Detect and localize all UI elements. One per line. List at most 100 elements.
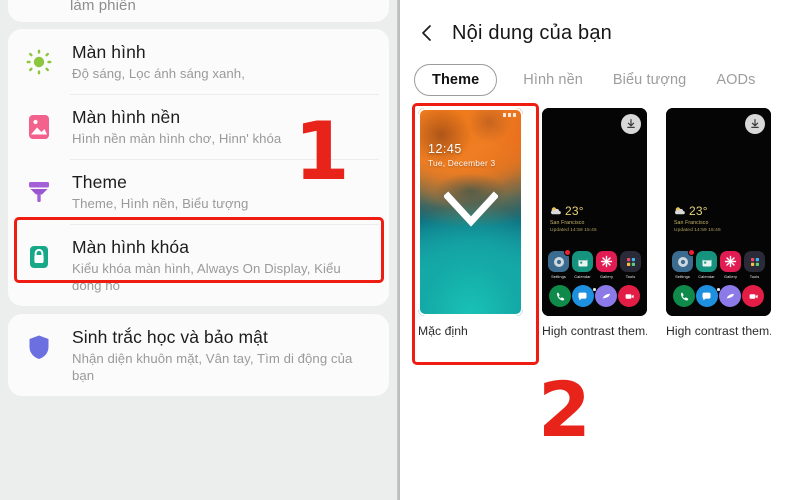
row-text: Màn hình Độ sáng, Lọc ánh sáng xanh, [72,41,245,82]
step-number-two: 2 [538,365,591,454]
theme-thumbnail[interactable]: 23° San Francisco Updated 14:59 15:45 Se… [666,108,771,316]
sidebar-item-sublabel: Hình nền màn hình chơ, Hinn' khóa [72,131,282,146]
flower-icon [720,251,741,272]
theme-label: High contrast them... [666,324,771,338]
sidebar-item-label: Màn hình [72,42,146,62]
weather-temperature: 23° [689,204,708,218]
phone-icon[interactable] [672,285,695,307]
weather-city: San Francisco [550,220,585,226]
camera-icon[interactable] [618,285,641,307]
calendar-icon [572,251,593,272]
app-label: Gallery [723,274,738,279]
camera-icon[interactable] [742,285,765,307]
theme-thumbnail[interactable]: 23° San Francisco Updated 14:59 15:45 Se… [542,108,647,316]
app-label: Tools [749,274,760,279]
app-icon-calendar[interactable]: Calendar [696,251,717,279]
row-text: Sinh trắc học và bảo mật Nhận diện khuôn… [72,326,372,384]
theme-store-header: Nội dung của bạn [398,0,800,52]
theme-card-high-contrast-2[interactable]: 23° San Francisco Updated 14:59 15:45 Se… [666,108,771,338]
app-icon-tools[interactable]: Tools [744,251,765,279]
sidebar-item-sublabel: Kiểu khóa màn hình, Always On Display, K… [72,261,341,293]
tab-aods[interactable]: AODs [712,70,759,90]
app-icon-gallery[interactable]: Gallery [720,251,741,279]
notification-badge [564,249,571,256]
row-text: Theme Theme, Hình nền, Biểu tượng [72,171,248,212]
theme-store-tabs: Theme Hình nền Biểu tượng AODs [398,52,800,100]
app-label: Gallery [599,274,614,279]
panel-divider [398,0,400,500]
paint-roller-icon [22,175,56,209]
notification-badge [688,249,695,256]
sidebar-item-label: Theme [72,172,127,192]
previous-card-text: làm phiền [70,0,136,14]
tab-theme[interactable]: Theme [414,64,498,96]
theme-card-default[interactable]: 12:45 Tue, December 3 Mặc định [418,108,523,338]
calendar-icon [696,251,717,272]
weather-updated: Updated 14:59 15:45 [674,228,721,233]
phone-icon[interactable] [548,285,571,307]
app-label: Calendar [574,274,591,279]
sidebar-item-sublabel: Độ sáng, Lọc ánh sáng xanh, [72,66,245,81]
row-text: Màn hình nền Hình nền màn hình chơ, Hinn… [72,106,281,147]
home-dock [548,285,641,307]
weather-updated: Updated 14:59 15:45 [550,228,597,233]
page-title: Nội dung của bạn [452,21,612,44]
sidebar-item-label: Sinh trắc học và bảo mật [72,327,268,347]
app-icon-calendar[interactable]: Calendar [572,251,593,279]
wallpaper-image-icon [22,110,56,144]
app-icon-tools[interactable]: Tools [620,251,641,279]
weather-cloud-icon [550,207,561,215]
app-icon-gallery[interactable]: Gallery [596,251,617,279]
lockscreen-time: 12:45 [428,142,462,156]
tools-grid-icon [620,251,641,272]
app-label: Settings [675,274,690,279]
weather-city: San Francisco [674,220,709,226]
sidebar-item-sublabel: Theme, Hình nền, Biểu tượng [72,196,249,211]
screenshot-root: làm phiền Màn hình Độ sáng, Lọc ánh sáng… [0,0,800,500]
theme-thumbnail[interactable]: 12:45 Tue, December 3 [418,108,523,316]
tab-hinh-nen[interactable]: Hình nền [519,70,587,90]
app-grid: Settings Calendar Gallery Tools [548,249,641,279]
weather-temperature: 23° [565,204,584,218]
home-dock [672,285,765,307]
theme-store-panel: Nội dung của bạn Theme Hình nền Biểu tượ… [398,0,800,500]
weather-widget: 23° [550,204,584,218]
theme-label: High contrast them... [542,324,647,338]
app-grid: Settings Calendar Gallery Tools [672,249,765,279]
gear-icon [548,249,571,272]
shield-icon [22,330,56,364]
sidebar-item-sinh-trac-hoc[interactable]: Sinh trắc học và bảo mật Nhận diện khuôn… [8,314,389,396]
settings-card-security: Sinh trắc học và bảo mật Nhận diện khuôn… [8,314,389,396]
back-chevron-icon[interactable] [414,20,440,46]
download-icon[interactable] [745,114,765,134]
sidebar-item-label: Màn hình nền [72,107,181,127]
app-icon-settings[interactable]: Settings [672,249,695,279]
messages-icon[interactable] [695,285,718,307]
browser-icon[interactable] [595,285,618,307]
check-mark-icon [442,191,499,234]
sidebar-item-man-hinh-khoa[interactable]: Màn hình khóa Kiểu khóa màn hình, Always… [8,224,389,306]
messages-icon[interactable] [571,285,594,307]
previous-settings-card[interactable]: làm phiền [8,0,389,22]
brightness-sun-icon [22,45,56,79]
lockscreen-date: Tue, December 3 [428,158,496,168]
app-label: Tools [625,274,636,279]
gear-icon [672,249,695,272]
settings-panel: làm phiền Màn hình Độ sáng, Lọc ánh sáng… [0,0,398,500]
row-text: Màn hình khóa Kiểu khóa màn hình, Always… [72,236,372,294]
sidebar-item-man-hinh[interactable]: Màn hình Độ sáng, Lọc ánh sáng xanh, [8,29,389,94]
download-icon[interactable] [621,114,641,134]
step-number-one: 1 [294,105,350,198]
app-icon-settings[interactable]: Settings [548,249,571,279]
app-label: Settings [551,274,566,279]
browser-icon[interactable] [719,285,742,307]
weather-widget: 23° [674,204,708,218]
flower-icon [596,251,617,272]
tools-grid-icon [744,251,765,272]
status-bar-icons [503,113,516,117]
theme-grid: 12:45 Tue, December 3 Mặc định 23° San F… [398,100,800,338]
theme-card-high-contrast-1[interactable]: 23° San Francisco Updated 14:59 15:45 Se… [542,108,647,338]
lock-icon [22,240,56,274]
tab-bieu-tuong[interactable]: Biểu tượng [609,70,690,90]
sidebar-item-sublabel: Nhận diện khuôn mặt, Vân tay, Tìm di độn… [72,351,353,383]
